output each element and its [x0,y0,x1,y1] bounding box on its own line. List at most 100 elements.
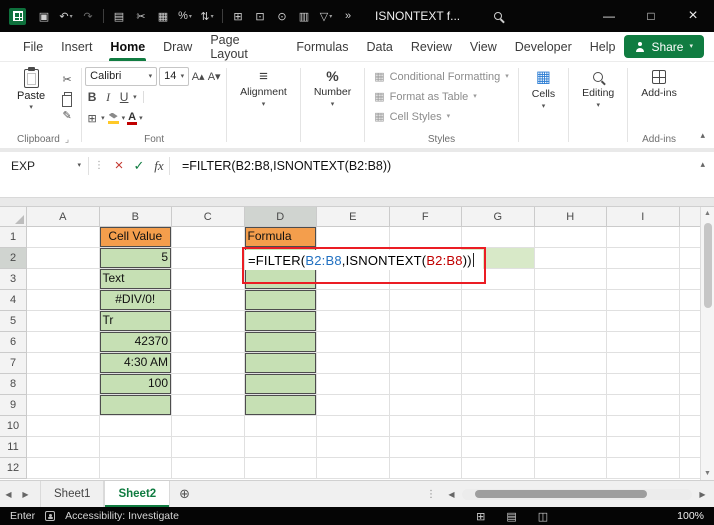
view-page-break-icon[interactable]: ◫ [538,510,548,523]
excel-app-icon[interactable] [9,8,26,25]
scroll-down-icon[interactable]: ▼ [701,470,714,477]
cells-button[interactable]: ▦ Cells ▾ [522,65,565,110]
name-box[interactable]: EXP ▾ [0,155,88,176]
cell-A3[interactable] [27,269,100,290]
copy-icon[interactable] [64,92,72,102]
more-commands-icon[interactable]: » [338,6,358,26]
cell-D7[interactable] [245,353,318,374]
cell-B1[interactable]: Cell Value [100,227,173,248]
tab-review[interactable]: Review [402,32,461,61]
cell-C1[interactable] [172,227,245,248]
cell-I1[interactable] [607,227,680,248]
cell-C2[interactable] [172,248,245,269]
cell-G11[interactable] [462,437,535,458]
column-header-H[interactable]: H [535,207,608,227]
row-header-12[interactable]: 12 [0,458,27,479]
checkbox-icon[interactable]: ⊡ [250,6,270,26]
styles-item-format-as-table[interactable]: ▦Format as Table▾ [374,88,509,105]
cell-H10[interactable] [535,416,608,437]
cell-I7[interactable] [607,353,680,374]
cell-G10[interactable] [462,416,535,437]
accessibility-status[interactable]: Accessibility: Investigate [65,510,179,522]
cancel-entry-button[interactable]: × [109,156,129,176]
sheet-nav-right-icon[interactable]: ▶ [17,481,34,507]
cell-A10[interactable] [27,416,100,437]
row-header-8[interactable]: 8 [0,374,27,395]
cell-G5[interactable] [462,311,535,332]
column-header-A[interactable]: A [27,207,100,227]
save-icon[interactable]: ▣ [34,6,54,26]
cut-icon[interactable]: ✂ [60,72,74,86]
cell-F3[interactable] [390,269,463,290]
cell-H12[interactable] [535,458,608,479]
editing-button[interactable]: Editing ▾ [572,65,624,109]
cell-E4[interactable] [317,290,390,311]
formula-input[interactable]: =FILTER(B2:B8,ISNONTEXT(B2:B8)) [182,159,391,173]
minimize-button[interactable]: — [588,0,630,32]
cell-G6[interactable] [462,332,535,353]
cell-C7[interactable] [172,353,245,374]
search-icon[interactable] [494,12,502,20]
cell-G9[interactable] [462,395,535,416]
cell-D9[interactable] [245,395,318,416]
font-color-icon[interactable]: A [127,112,137,125]
cell-F10[interactable] [390,416,463,437]
cell-B8[interactable]: 100 [100,374,173,395]
cell-C12[interactable] [172,458,245,479]
cell-E1[interactable] [317,227,390,248]
cell-B6[interactable]: 42370 [100,332,173,353]
zoom-level[interactable]: 100% [677,510,704,522]
addins-button[interactable]: Add-ins [631,65,687,99]
horizontal-scrollbar[interactable] [462,489,692,500]
tab-draw[interactable]: Draw [154,32,201,61]
cell-F6[interactable] [390,332,463,353]
cell-I2[interactable] [607,248,680,269]
cell-C4[interactable] [172,290,245,311]
cell-A6[interactable] [27,332,100,353]
row-header-4[interactable]: 4 [0,290,27,311]
cell-D4[interactable] [245,290,318,311]
cell-H11[interactable] [535,437,608,458]
paste-button[interactable]: Paste ▾ [10,67,52,122]
cell-C5[interactable] [172,311,245,332]
font-size-select[interactable]: 14▾ [159,67,189,86]
cell-I8[interactable] [607,374,680,395]
row-header-3[interactable]: 3 [0,269,27,290]
sheet-nav-left-icon[interactable]: ◀ [0,481,17,507]
cut-icon[interactable]: ✂ [131,6,151,26]
column-header-C[interactable]: C [172,207,245,227]
tab-data[interactable]: Data [357,32,401,61]
cell-H3[interactable] [535,269,608,290]
cell-I12[interactable] [607,458,680,479]
alignment-button[interactable]: ≡ Alignment ▾ [230,65,297,108]
row-header-11[interactable]: 11 [0,437,27,458]
cell-F7[interactable] [390,353,463,374]
font-name-select[interactable]: Calibri▾ [85,67,157,86]
format-painter-icon[interactable]: ✎ [60,108,74,122]
cell-E5[interactable] [317,311,390,332]
underline-button[interactable]: U [117,90,131,104]
camera-icon[interactable]: ⊙ [272,6,292,26]
cell-H1[interactable] [535,227,608,248]
row-header-7[interactable]: 7 [0,353,27,374]
cell-E11[interactable] [317,437,390,458]
cell-I6[interactable] [607,332,680,353]
fill-color-icon[interactable] [108,113,119,124]
clipboard-dialog-launcher-icon[interactable]: ⌟ [65,134,69,145]
styles-item-conditional-formatting[interactable]: ▦Conditional Formatting▾ [374,68,509,85]
cell-D12[interactable] [245,458,318,479]
cell-F11[interactable] [390,437,463,458]
cell-B12[interactable] [100,458,173,479]
cell-A4[interactable] [27,290,100,311]
tab-view[interactable]: View [461,32,506,61]
cell-B10[interactable] [100,416,173,437]
vertical-scrollbar[interactable]: ▲ ▼ [700,207,714,480]
accessibility-icon[interactable] [45,511,55,521]
active-cell-editor[interactable]: =FILTER(B2:B8,ISNONTEXT(B2:B8)) [245,250,483,270]
cell-H6[interactable] [535,332,608,353]
view-page-layout-icon[interactable]: ▤ [506,510,516,523]
cell-C3[interactable] [172,269,245,290]
cell-A7[interactable] [27,353,100,374]
cell-B7[interactable]: 4:30 AM [100,353,173,374]
cell-F4[interactable] [390,290,463,311]
